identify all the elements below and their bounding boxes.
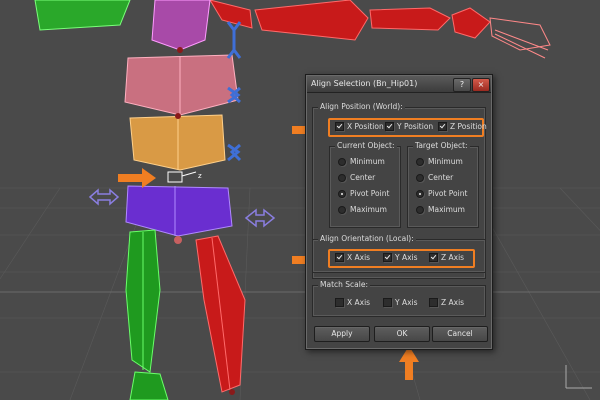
bone-neck-magenta[interactable] [151, 0, 211, 51]
x-position-checkbox[interactable]: X Position [335, 122, 384, 131]
bone-leg-red[interactable] [195, 235, 246, 393]
scale-y-axis-checkbox[interactable]: Y Axis [383, 298, 418, 307]
cancel-button[interactable]: Cancel [432, 326, 488, 342]
current-minimum-radio[interactable]: Minimum [338, 157, 385, 166]
bone-arm-green[interactable] [34, 0, 131, 31]
current-object-group: Current Object: Minimum Center Pivot Poi… [329, 141, 401, 228]
target-minimum-radio[interactable]: Minimum [416, 157, 463, 166]
align-selection-dialog: Align Selection (Bn_Hip01) ? × Align Pos… [305, 74, 493, 350]
viewport-3d[interactable]: z [0, 0, 600, 400]
align-position-label: Align Position (World): [318, 102, 405, 111]
scale-z-axis-checkbox[interactable]: Z Axis [429, 298, 464, 307]
orient-x-axis-checkbox[interactable]: X Axis [335, 253, 370, 262]
align-orientation-group: Align Orientation (Local): X Axis Y Axis… [312, 234, 486, 273]
x-position-box[interactable] [335, 122, 344, 131]
z-position-box[interactable] [438, 122, 447, 131]
pivot-axis-label: z [198, 172, 202, 180]
target-object-group: Target Object: Minimum Center Pivot Poin… [407, 141, 479, 228]
bone-chest-pink[interactable] [124, 54, 239, 116]
close-button[interactable]: × [472, 78, 490, 92]
z-position-checkbox[interactable]: Z Position [438, 122, 487, 131]
match-scale-group: Match Scale: X Axis Y Axis Z Axis [312, 280, 486, 317]
align-orientation-label: Align Orientation (Local): [318, 234, 416, 243]
bone-leg-green[interactable] [125, 229, 169, 400]
current-pivot-point-radio[interactable]: Pivot Point [338, 189, 389, 198]
help-button[interactable]: ? [453, 78, 471, 92]
apply-button[interactable]: Apply [314, 326, 370, 342]
y-position-box[interactable] [385, 122, 394, 131]
scale-x-axis-checkbox[interactable]: X Axis [335, 298, 370, 307]
orient-z-axis-checkbox[interactable]: Z Axis [429, 253, 464, 262]
target-center-radio[interactable]: Center [416, 173, 453, 182]
dialog-title: Align Selection (Bn_Hip01) [311, 79, 418, 88]
viewport-grid [0, 187, 600, 400]
pivot-gizmo: z [167, 171, 202, 183]
match-scale-label: Match Scale: [318, 280, 370, 289]
ok-button[interactable]: OK [374, 326, 430, 342]
y-position-checkbox[interactable]: Y Position [385, 122, 433, 131]
target-object-label: Target Object: [413, 141, 470, 150]
bone-hip-purple[interactable] [125, 185, 233, 237]
current-object-label: Current Object: [335, 141, 397, 150]
move-gizmo-blue[interactable] [226, 21, 242, 162]
bone-arm-red[interactable] [209, 0, 551, 59]
current-center-radio[interactable]: Center [338, 173, 375, 182]
dialog-titlebar[interactable]: Align Selection (Bn_Hip01) ? × [307, 76, 491, 93]
current-maximum-radio[interactable]: Maximum [338, 205, 387, 214]
target-pivot-point-radio[interactable]: Pivot Point [416, 189, 467, 198]
bone-spine-orange[interactable] [129, 114, 226, 171]
axis-tripod-icon [565, 365, 592, 389]
orient-y-axis-checkbox[interactable]: Y Axis [383, 253, 418, 262]
target-maximum-radio[interactable]: Maximum [416, 205, 465, 214]
